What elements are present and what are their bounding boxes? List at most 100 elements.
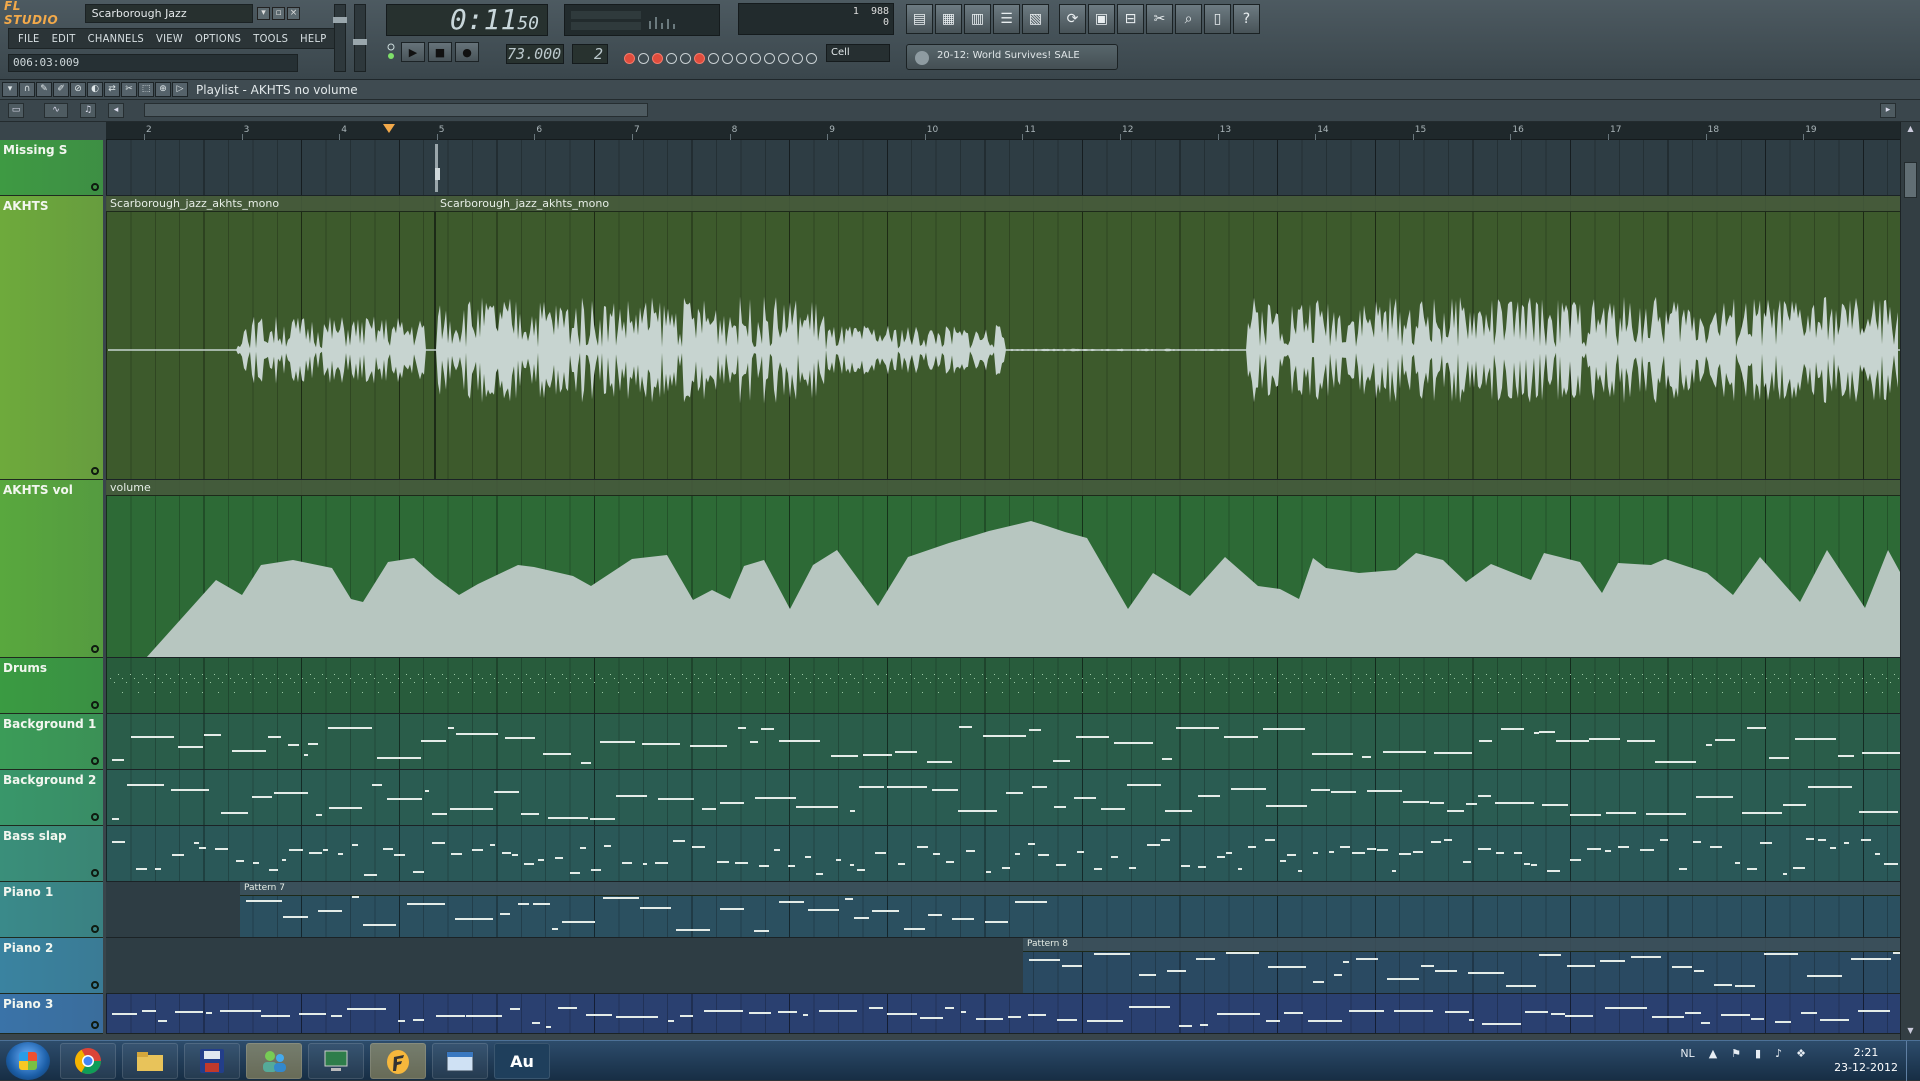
magnet-icon[interactable]: ∩ [19, 82, 35, 97]
plugin-icon[interactable]: ⟳ [1059, 4, 1086, 34]
taskbar-audition-icon[interactable]: Au [494, 1043, 550, 1079]
track-label[interactable]: Background 2 [0, 770, 103, 826]
punch-icon[interactable] [792, 52, 803, 64]
clip-header[interactable]: Pattern 7 [240, 882, 1900, 896]
vertical-scrollbar[interactable]: ▲ ▼ [1900, 122, 1920, 1040]
show-desktop-button[interactable] [1906, 1041, 1920, 1081]
track-lane[interactable] [106, 770, 1900, 826]
mixer-icon[interactable]: ▧ [1022, 4, 1049, 34]
step-icon[interactable] [638, 52, 649, 64]
scroll-up-icon[interactable]: ▲ [1904, 124, 1917, 136]
taskbar-users-icon[interactable] [246, 1043, 302, 1079]
taskbar-chrome-icon[interactable] [60, 1043, 116, 1079]
snap-icon[interactable] [750, 52, 761, 64]
clip-header[interactable]: Scarborough_jazz_akhts_mono [436, 196, 1900, 212]
master-pitch-slider[interactable] [353, 4, 367, 72]
news-ticker[interactable]: 20-12: World Survives! SALE [906, 44, 1118, 70]
save-icon[interactable]: ▣ [1088, 4, 1115, 34]
menu-view[interactable]: VIEW [151, 31, 188, 46]
dropbox-icon[interactable]: ❖ [1796, 1047, 1806, 1060]
record-button[interactable]: ● [455, 42, 479, 62]
taskbar-explorer-icon[interactable] [122, 1043, 178, 1079]
track-enable-icon[interactable] [91, 701, 99, 709]
rec-icon[interactable] [624, 52, 635, 64]
track-enable-icon[interactable] [91, 1021, 99, 1029]
menu-help[interactable]: HELP [295, 31, 331, 46]
piano-roll-icon[interactable]: ▥ [964, 4, 991, 34]
playhead-marker-icon[interactable] [383, 124, 395, 133]
slip-tool-icon[interactable]: ⇄ [104, 82, 120, 97]
taskbar-window-icon[interactable] [432, 1043, 488, 1079]
countdown-icon[interactable] [736, 52, 747, 64]
track-label[interactable]: Piano 3 [0, 994, 103, 1034]
mixer-rec-icon[interactable] [806, 52, 817, 64]
close-icon[interactable]: × [287, 6, 300, 20]
volume-icon[interactable]: ♪ [1775, 1047, 1782, 1060]
track-lane[interactable]: volume [106, 480, 1900, 658]
track-label[interactable]: Drums [0, 658, 103, 714]
taskbar-fl-studio-icon[interactable] [370, 1043, 426, 1079]
tempo-display[interactable]: 73.000 [506, 44, 564, 64]
menu-tools[interactable]: TOOLS [248, 31, 293, 46]
playlist-title[interactable]: Playlist - AKHTS no volume [196, 83, 358, 97]
scroll-right-icon[interactable]: ▸ [1880, 103, 1896, 118]
track-enable-icon[interactable] [91, 813, 99, 821]
menu-edit[interactable]: EDIT [47, 31, 81, 46]
minimize-icon[interactable]: ▾ [257, 6, 270, 20]
pattern-mode-icon[interactable]: ♫ [80, 103, 96, 118]
search-icon[interactable]: ⌕ [1175, 4, 1202, 34]
track-label[interactable]: Background 1 [0, 714, 103, 770]
undo-icon[interactable] [778, 52, 789, 64]
track-enable-icon[interactable] [91, 467, 99, 475]
scroll-down-icon[interactable]: ▼ [1904, 1026, 1917, 1038]
pattern-number[interactable]: 2 [572, 44, 608, 64]
language-indicator[interactable]: NL [1680, 1047, 1694, 1060]
track-enable-icon[interactable] [91, 925, 99, 933]
track-lane[interactable]: Pattern 7 [106, 882, 1900, 938]
menu-file[interactable]: FILE [13, 31, 45, 46]
track-lane[interactable] [106, 994, 1900, 1034]
mute-tool-icon[interactable]: ◐ [87, 82, 103, 97]
playlist-window-icon[interactable]: ▤ [906, 4, 933, 34]
overdub-icon[interactable] [680, 52, 691, 64]
horizontal-scrollbar[interactable] [144, 103, 648, 117]
track-enable-icon[interactable] [91, 757, 99, 765]
loop-icon[interactable] [694, 52, 705, 64]
delete-tool-icon[interactable]: ⊘ [70, 82, 86, 97]
wait-icon[interactable] [708, 52, 719, 64]
playlist-menu-icon[interactable]: ▾ [2, 82, 18, 97]
track-lane[interactable]: Scarborough_jazz_akhts_mono Scarborough_j… [106, 196, 1900, 480]
clip-header[interactable]: Pattern 8 [1023, 938, 1900, 952]
track-enable-icon[interactable] [91, 645, 99, 653]
track-enable-icon[interactable] [91, 183, 99, 191]
menu-channels[interactable]: CHANNELS [83, 31, 149, 46]
playback-tool-icon[interactable]: ▷ [172, 82, 188, 97]
slice-tool-icon[interactable]: ✂ [121, 82, 137, 97]
typing-icon[interactable] [722, 52, 733, 64]
taskbar-clock[interactable]: 2:21 23-12-2012 [1834, 1045, 1898, 1075]
export-icon[interactable]: ⊟ [1117, 4, 1144, 34]
track-enable-icon[interactable] [91, 981, 99, 989]
scroll-left-icon[interactable]: ◂ [108, 103, 124, 118]
restore-icon[interactable]: ▫ [272, 6, 285, 20]
select-tool-icon[interactable]: ⬚ [138, 82, 154, 97]
network-icon[interactable]: ▮ [1755, 1047, 1761, 1060]
automation-mode-icon[interactable]: ∿ [44, 103, 68, 118]
menu-options[interactable]: OPTIONS [190, 31, 246, 46]
scroll-thumb[interactable] [1904, 162, 1917, 198]
browser-icon[interactable]: ☰ [993, 4, 1020, 34]
track-lane[interactable]: Pattern 8 [106, 938, 1900, 994]
clip-header[interactable]: volume [106, 480, 1900, 496]
master-volume-slider[interactable] [333, 4, 347, 72]
track-label[interactable]: Piano 2 [0, 938, 103, 994]
snap-select[interactable]: Cell [826, 44, 890, 62]
track-lane[interactable] [106, 658, 1900, 714]
tray-arrow-icon[interactable]: ▲ [1709, 1047, 1717, 1060]
stop-button[interactable]: ■ [428, 42, 452, 62]
clip-header[interactable]: Scarborough_jazz_akhts_mono [106, 196, 436, 212]
track-label[interactable]: Piano 1 [0, 882, 103, 938]
track-lane[interactable] [106, 140, 1900, 196]
step-sequencer-icon[interactable]: ▦ [935, 4, 962, 34]
blend-icon[interactable] [666, 52, 677, 64]
metronome-icon[interactable] [652, 52, 663, 64]
